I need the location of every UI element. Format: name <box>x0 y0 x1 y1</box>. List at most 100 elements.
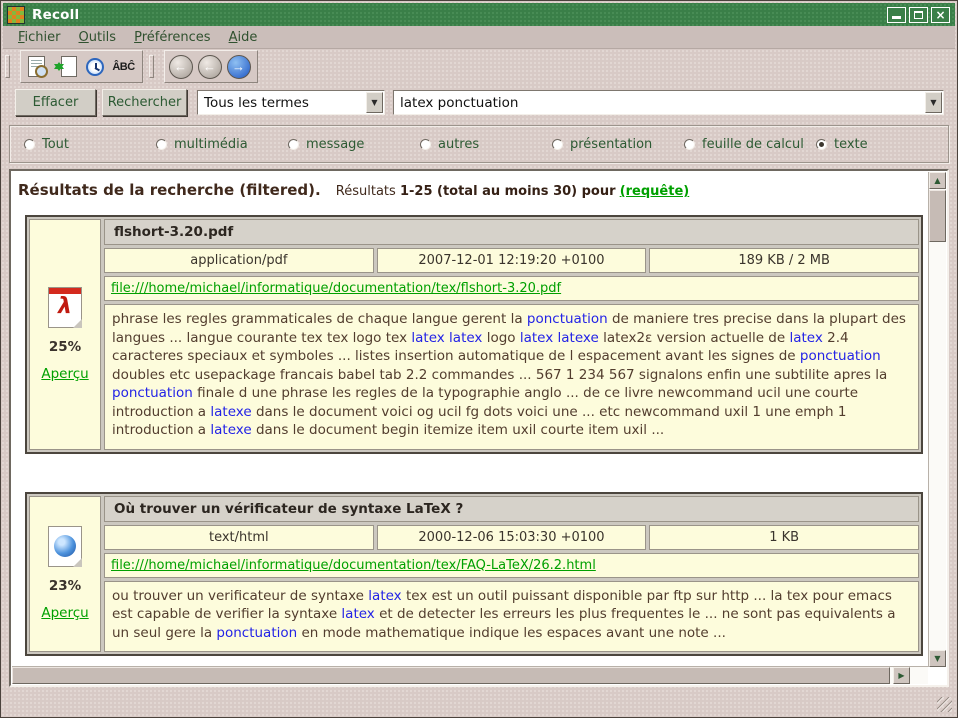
results-range: 1-25 (total au moins 30) pour <box>400 184 616 199</box>
close-icon: × <box>935 9 945 21</box>
search-button[interactable]: Rechercher <box>102 89 187 116</box>
highlighted-term: latexe <box>210 404 251 420</box>
window-title: Recoll <box>32 7 79 23</box>
menu-fichier[interactable]: Fichier <box>9 28 70 47</box>
radio-icon[interactable] <box>552 139 563 150</box>
relevance-percent: 23% <box>49 578 81 594</box>
titlebar[interactable]: Recoll × <box>3 3 955 26</box>
snippet-text: ou trouver un verificateur de syntaxe <box>112 588 368 604</box>
search-input[interactable] <box>394 95 924 111</box>
scroll-right-button[interactable]: ▶ <box>893 667 910 684</box>
results-header: Résultats de la recherche (filtered). Ré… <box>18 180 928 199</box>
result-snippet: ou trouver un verificateur de syntaxe la… <box>104 581 919 653</box>
result-title: Où trouver un vérificateur de syntaxe La… <box>104 496 919 522</box>
document-history-button[interactable] <box>81 54 108 79</box>
triangle-up-icon: ▲ <box>934 176 940 185</box>
search-mode-combobox[interactable]: Tous les termes ▼ <box>197 90 385 115</box>
radio-icon[interactable] <box>156 139 167 150</box>
snippet-text: latex2ε version actuelle de <box>599 330 790 346</box>
result-size: 1 KB <box>649 525 919 550</box>
vertical-scrollbar[interactable]: ▲ ▼ <box>928 172 946 667</box>
filter-option-texte[interactable]: texte <box>816 137 868 152</box>
radio-icon[interactable] <box>420 139 431 150</box>
chevron-down-icon: ▼ <box>371 98 377 107</box>
toolbar-group-tools: ÂBĈ <box>20 50 143 83</box>
result-url-link[interactable]: file:///home/michael/informatique/docume… <box>111 281 561 296</box>
toolbar-group-navigation: ← ← → <box>164 50 258 83</box>
filter-option-message[interactable]: message <box>288 137 420 152</box>
toolbar-handle[interactable] <box>149 55 154 78</box>
horizontal-scrollbar[interactable]: ▶ <box>12 666 928 684</box>
preview-link[interactable]: Aperçu <box>41 605 88 621</box>
highlighted-term: latex latexe <box>520 330 599 346</box>
snippet-text: logo <box>482 330 519 346</box>
dropdown-button[interactable]: ▼ <box>925 92 942 113</box>
radio-icon[interactable] <box>684 139 695 150</box>
filter-option-label: présentation <box>570 137 652 152</box>
filter-option-multim-dia[interactable]: multimédia <box>156 137 288 152</box>
radio-icon[interactable] <box>24 139 35 150</box>
clock-icon <box>86 58 104 76</box>
highlighted-term: latex <box>789 330 822 346</box>
menu-pr-f-rences[interactable]: Préférences <box>125 28 219 47</box>
result-snippet: phrase les regles grammaticales de chaqu… <box>104 304 919 450</box>
next-page-button[interactable]: → <box>225 54 252 79</box>
filter-option-feuille-de-calcul[interactable]: feuille de calcul <box>684 137 816 152</box>
document-search-icon <box>28 56 45 77</box>
window-controls: × <box>887 7 955 23</box>
clear-button[interactable]: Effacer <box>15 89 96 116</box>
arrow-left-icon: ← <box>198 55 222 79</box>
result-side-panel: 25% Aperçu <box>29 219 101 450</box>
results-count-label: Résultats <box>336 184 396 199</box>
snippet-text: phrase les regles grammaticales de chaqu… <box>112 311 527 327</box>
preview-link[interactable]: Aperçu <box>41 366 88 382</box>
menu-aide[interactable]: Aide <box>220 28 267 47</box>
page-fold <box>73 319 82 328</box>
sort-parameters-button[interactable] <box>52 54 79 79</box>
maximize-button[interactable] <box>909 7 928 23</box>
result-title: flshort-3.20.pdf <box>104 219 919 245</box>
first-page-button[interactable]: ← <box>167 54 194 79</box>
arrow-right-icon: → <box>227 55 251 79</box>
minimize-button[interactable] <box>887 7 906 23</box>
vertical-scroll-thumb[interactable] <box>929 190 946 242</box>
filter-option-label: Tout <box>42 137 69 152</box>
radio-icon[interactable] <box>816 139 827 150</box>
highlighted-term: ponctuation <box>112 385 193 401</box>
chevron-down-icon: ▼ <box>930 98 936 107</box>
highlighted-term: latex <box>341 606 374 622</box>
horizontal-scroll-thumb[interactable] <box>12 667 890 684</box>
results-count: Résultats 1-25 (total au moins 30) pour … <box>336 184 689 199</box>
filter-option-autres[interactable]: autres <box>420 137 552 152</box>
highlighted-term: ponctuation <box>216 625 297 641</box>
filter-option-label: autres <box>438 137 479 152</box>
query-link[interactable]: (requête) <box>620 184 690 199</box>
resize-grip[interactable] <box>937 697 952 712</box>
term-explorer-button[interactable]: ÂBĈ <box>110 54 137 79</box>
previous-page-button[interactable]: ← <box>196 54 223 79</box>
result-url-link[interactable]: file:///home/michael/informatique/docume… <box>111 558 596 573</box>
dropdown-button[interactable]: ▼ <box>366 92 383 113</box>
result-url-cell: file:///home/michael/informatique/docume… <box>104 553 919 578</box>
filter-bar: Tout multimédia message autres présentation f… <box>9 125 949 163</box>
toolbar-handle[interactable] <box>5 55 10 78</box>
search-mode-value: Tous les termes <box>198 95 365 111</box>
app-icon <box>7 6 25 24</box>
filter-option-label: message <box>306 137 364 152</box>
filter-option-pr-sentation[interactable]: présentation <box>552 137 684 152</box>
scroll-up-button[interactable]: ▲ <box>929 172 946 189</box>
advanced-search-button[interactable] <box>23 54 50 79</box>
filter-option-label: texte <box>834 137 868 152</box>
menu-outils[interactable]: Outils <box>70 28 126 47</box>
triangle-right-icon: ▶ <box>898 671 904 680</box>
filter-option-tout[interactable]: Tout <box>24 137 156 152</box>
highlighted-term: ponctuation <box>800 348 881 364</box>
radio-icon[interactable] <box>288 139 299 150</box>
snippet-text: dans le document begin itemize item uxil… <box>252 422 665 438</box>
arrow-left-icon: ← <box>169 55 193 79</box>
close-button[interactable]: × <box>931 7 950 23</box>
results-view: Résultats de la recherche (filtered). Ré… <box>12 172 928 667</box>
result-item: 23% Aperçu Où trouver un vérificateur de… <box>25 492 923 657</box>
scroll-down-button[interactable]: ▼ <box>929 650 946 667</box>
maximize-icon <box>914 11 923 19</box>
